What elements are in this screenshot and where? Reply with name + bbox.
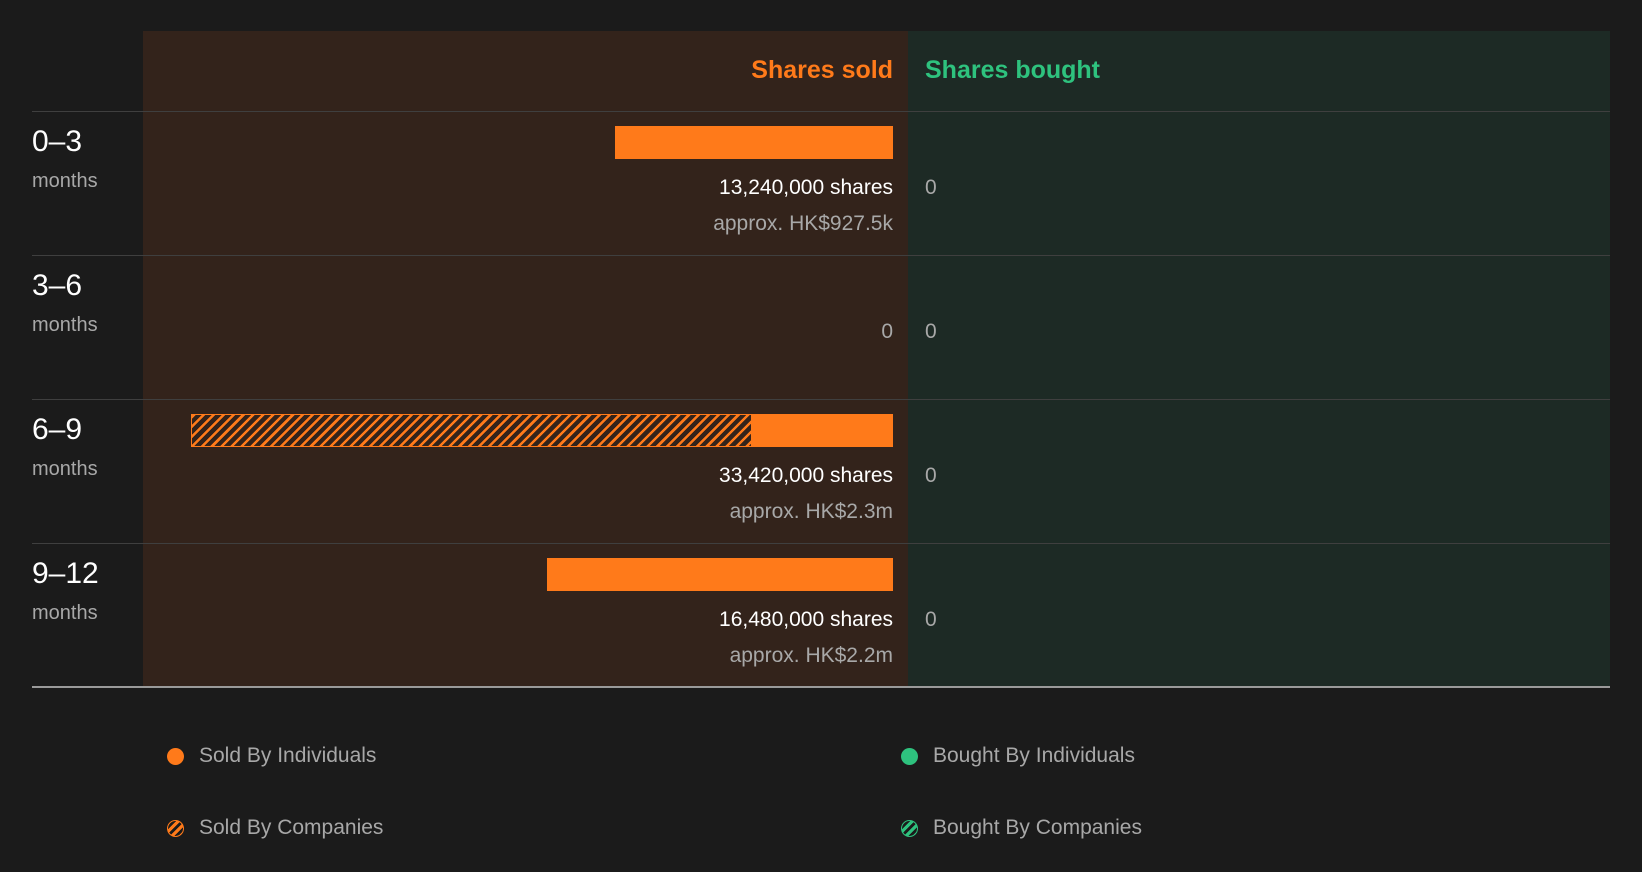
sold-bar [191,414,893,447]
sold-by-individuals-bar [752,414,893,447]
sold-bar [546,558,893,591]
legend-bought-by-individuals: Bought By Individuals [901,742,1135,770]
legend-sold-by-companies: Sold By Companies [167,814,383,842]
period-row: 3–6 months 0 0 [0,256,1642,400]
period-unit: months [32,458,98,480]
period-row: 9–12 months 16,480,000 shares approx. HK… [0,544,1642,688]
sold-value-label: approx. HK$927.5k [713,212,893,235]
sold-shares-label: 0 [881,320,893,343]
sold-by-companies-bar [191,414,753,447]
period-unit: months [32,314,98,336]
bought-shares-label: 0 [925,464,937,487]
green-dot-icon [901,747,918,765]
period-label: 3–6 [32,269,83,302]
sold-shares-label: 16,480,000 shares [719,608,893,631]
bought-shares-label: 0 [925,320,937,343]
sold-by-individuals-bar [614,126,893,159]
legend-label: Bought By Individuals [933,744,1135,767]
sold-shares-label: 33,420,000 shares [719,464,893,487]
sold-value-label: approx. HK$2.3m [729,500,893,523]
period-label: 6–9 [32,413,83,446]
shares-sold-header: Shares sold [751,56,893,84]
sold-shares-label: 13,240,000 shares [719,176,893,199]
bought-shares-label: 0 [925,608,937,631]
period-unit: months [32,602,98,624]
legend-sold-by-individuals: Sold By Individuals [167,742,376,770]
sold-by-individuals-bar [546,558,893,591]
orange-dot-icon [167,747,184,765]
period-label: 0–3 [32,125,83,158]
legend-label: Sold By Companies [199,816,384,839]
sold-bar [614,126,893,159]
period-label: 9–12 [32,557,99,590]
orange-hatched-dot-icon [167,819,184,837]
period-unit: months [32,170,98,192]
shares-bought-header: Shares bought [925,56,1101,84]
legend-label: Bought By Companies [933,816,1142,839]
period-row: 0–3 months 13,240,000 shares approx. HK$… [0,112,1642,256]
legend-bought-by-companies: Bought By Companies [901,814,1142,842]
green-hatched-dot-icon [901,819,918,837]
sold-value-label: approx. HK$2.2m [729,644,893,667]
period-row: 6–9 months 33,420,000 shares approx. HK$… [0,400,1642,544]
legend-label: Sold By Individuals [199,744,377,767]
bought-shares-label: 0 [925,176,937,199]
